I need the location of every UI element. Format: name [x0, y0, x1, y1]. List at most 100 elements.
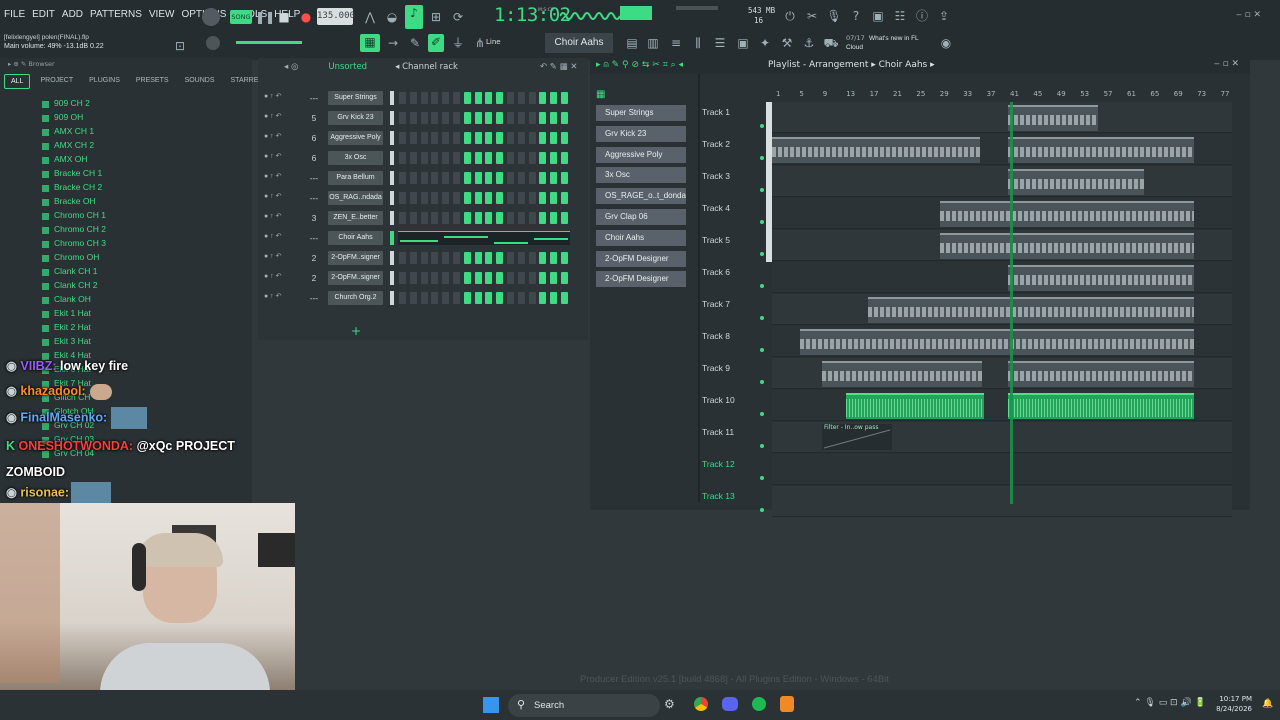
step-button[interactable]: [399, 192, 406, 204]
step-button[interactable]: [496, 252, 504, 264]
browser-tab-presets[interactable]: PRESETS: [130, 74, 175, 89]
step-button[interactable]: [485, 212, 493, 224]
pencil-icon[interactable]: ✎: [407, 35, 423, 51]
step-button[interactable]: [442, 112, 450, 124]
countdown-icon[interactable]: ♪: [405, 5, 423, 29]
track-label[interactable]: Track 5: [702, 235, 730, 245]
step-button[interactable]: [420, 132, 428, 144]
step-button[interactable]: [409, 252, 417, 264]
step-button[interactable]: [485, 252, 493, 264]
mixer-track-number[interactable]: ---: [307, 290, 321, 306]
arrow-icon[interactable]: →: [385, 35, 401, 51]
step-button[interactable]: [485, 132, 493, 144]
step-button[interactable]: [485, 192, 493, 204]
step-button[interactable]: [453, 92, 460, 104]
chrome-icon[interactable]: [694, 697, 708, 711]
channel-select[interactable]: [390, 171, 394, 185]
step-button[interactable]: [485, 272, 493, 284]
step-button[interactable]: [463, 272, 471, 284]
step-button[interactable]: [399, 272, 406, 284]
step-button[interactable]: [463, 152, 471, 164]
mixer-track-number[interactable]: 6: [307, 130, 321, 146]
browser-tab-all[interactable]: ALL: [4, 74, 31, 89]
pattern-clip[interactable]: [822, 361, 982, 387]
discord-icon[interactable]: [722, 697, 738, 711]
browser-item[interactable]: Ekit 2 Hat: [0, 322, 252, 336]
track-label[interactable]: Track 8: [702, 331, 730, 341]
step-button[interactable]: [409, 272, 417, 284]
step-button[interactable]: [399, 252, 406, 264]
browser-item[interactable]: AMX OH: [0, 154, 252, 168]
step-button[interactable]: [561, 172, 568, 184]
channel-select[interactable]: [390, 291, 394, 305]
mixer-view-icon[interactable]: ⫼: [690, 35, 706, 51]
step-button[interactable]: [409, 212, 417, 224]
browser-item[interactable]: AMX CH 2: [0, 140, 252, 154]
step-button[interactable]: [420, 192, 428, 204]
step-button[interactable]: [496, 272, 504, 284]
pattern-item[interactable]: 3x Osc: [596, 167, 686, 184]
channel-row[interactable]: ● ↑ ↶ --- OS_RAG..ndada: [258, 190, 588, 206]
step-button[interactable]: [409, 292, 417, 304]
channel-row[interactable]: ● ↑ ↶ 6 3x Osc: [258, 150, 588, 166]
piano-roll-preview[interactable]: [398, 231, 570, 245]
channel-row[interactable]: ● ↑ ↶ --- Super Strings: [258, 90, 588, 106]
blend-notes-icon[interactable]: ⊞: [428, 9, 444, 25]
playlist-window-controls[interactable]: ‒ ▫ ✕: [1214, 59, 1239, 69]
step-button[interactable]: [399, 292, 406, 304]
step-button[interactable]: [539, 112, 547, 124]
master-knob[interactable]: [206, 36, 220, 50]
channel-controls[interactable]: ● ↑ ↶: [264, 232, 281, 240]
step-button[interactable]: [399, 132, 406, 144]
step-button[interactable]: [528, 132, 536, 144]
pattern-item[interactable]: Grv Kick 23: [596, 125, 686, 142]
menu-view[interactable]: VIEW: [149, 9, 175, 20]
tool-icon[interactable]: ⚒: [779, 35, 795, 51]
step-button[interactable]: [409, 112, 417, 124]
song-mode-toggle[interactable]: SONG: [230, 10, 252, 24]
master-volume-slider[interactable]: [676, 6, 718, 10]
track-label[interactable]: Track 2: [702, 139, 730, 149]
channel-controls[interactable]: ● ↑ ↶: [264, 272, 281, 280]
channel-select[interactable]: [390, 111, 394, 125]
channel-row[interactable]: ● ↑ ↶ 2 2-OpFM..signer: [258, 270, 588, 286]
track-mute-dot[interactable]: [760, 348, 764, 352]
link-icon[interactable]: ⚓: [801, 35, 817, 51]
step-button[interactable]: [463, 192, 471, 204]
step-button[interactable]: [539, 192, 547, 204]
step-button[interactable]: [561, 212, 568, 224]
step-button[interactable]: [528, 112, 536, 124]
cloud-icon[interactable]: ◉: [938, 35, 954, 51]
cut-icon[interactable]: ✂: [804, 8, 820, 24]
step-button[interactable]: [442, 212, 450, 224]
step-button[interactable]: [507, 92, 514, 104]
step-button[interactable]: [496, 132, 504, 144]
channel-name-button[interactable]: 2-OpFM..signer: [328, 251, 383, 265]
pause-icon[interactable]: ❚❚: [255, 9, 275, 25]
browser-item[interactable]: Ekit 1 Hat: [0, 308, 252, 322]
browser-item[interactable]: Chromo CH 2: [0, 224, 252, 238]
step-button[interactable]: [399, 152, 406, 164]
pattern-item[interactable]: 2-OpFM Designer: [596, 250, 686, 267]
step-button[interactable]: [561, 132, 568, 144]
channel-select[interactable]: [390, 131, 394, 145]
track-mute-dot[interactable]: [760, 220, 764, 224]
pattern-clip[interactable]: [772, 137, 980, 163]
track-mute-dot[interactable]: [760, 412, 764, 416]
step-button[interactable]: [409, 192, 417, 204]
channel-row[interactable]: ● ↑ ↶ 2 2-OpFM..signer: [258, 250, 588, 266]
mixer-icon[interactable]: ☷: [892, 8, 908, 24]
step-button[interactable]: [453, 292, 460, 304]
pattern-clip[interactable]: [1008, 393, 1194, 419]
step-button[interactable]: [496, 152, 504, 164]
browser-item[interactable]: Bracke CH 1: [0, 168, 252, 182]
step-button[interactable]: [474, 212, 482, 224]
mixer-track-number[interactable]: 3: [307, 210, 321, 226]
window-controls[interactable]: ‒ ▫ ✕: [1236, 10, 1261, 20]
channel-select[interactable]: [390, 151, 394, 165]
step-button[interactable]: [474, 92, 482, 104]
step-button[interactable]: [453, 112, 460, 124]
step-button[interactable]: [442, 252, 450, 264]
step-button[interactable]: [399, 112, 406, 124]
clock-time[interactable]: 10:17 PM: [1212, 695, 1252, 703]
